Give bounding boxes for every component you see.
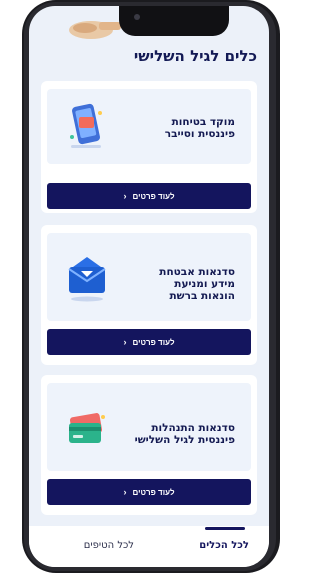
more-details-button[interactable]: לעוד פרטים ‹ bbox=[47, 329, 251, 355]
phone-shield-icon bbox=[70, 103, 102, 148]
card-title-line1: מוקד בטיחות bbox=[171, 116, 235, 128]
more-details-button[interactable]: לעוד פרטים ‹ bbox=[47, 479, 251, 505]
credit-cards-icon bbox=[69, 413, 105, 443]
tool-card-cyber-safety: מוקד בטיחות פיננסית וסייבר לעוד פרטים ‹ bbox=[41, 81, 257, 213]
card-hero: סדנאות אבטחת מידע ומניעת הונאות ברשת bbox=[47, 233, 251, 321]
card-title-line2: פיננסית וסייבר bbox=[164, 128, 235, 140]
button-label: לעוד פרטים bbox=[132, 191, 175, 201]
page-title: כלים לגיל השלישי bbox=[133, 47, 257, 65]
tab-all-tips[interactable]: לכל הטיפים bbox=[84, 540, 134, 551]
card-hero: סדנאות התנהלות פיננסית לגיל השלישי bbox=[47, 383, 251, 471]
tab-all-tools[interactable]: לכל הכלים bbox=[199, 540, 249, 551]
card-hero: מוקד בטיחות פיננסית וסייבר bbox=[47, 89, 251, 164]
card-title-line2: פיננסית לגיל השלישי bbox=[134, 434, 235, 446]
card-title-line1: סדנאות התנהלות bbox=[151, 422, 235, 434]
envelope-icon bbox=[68, 257, 106, 302]
more-details-button[interactable]: לעוד פרטים ‹ bbox=[47, 183, 251, 209]
tool-card-info-security: סדנאות אבטחת מידע ומניעת הונאות ברשת לעו… bbox=[41, 225, 257, 365]
card-title-line3: הונאות ברשת bbox=[169, 290, 235, 302]
bottom-tab-bar: לכל הכלים לכל הטיפים bbox=[29, 526, 269, 567]
chevron-left-icon: ‹ bbox=[123, 337, 127, 347]
phone-notch bbox=[119, 6, 229, 36]
card-title-line2: מידע ומניעת bbox=[174, 278, 235, 290]
button-label: לעוד פרטים bbox=[132, 487, 175, 497]
tool-card-financial-conduct: סדנאות התנהלות פיננסית לגיל השלישי לעוד … bbox=[41, 375, 257, 515]
button-label: לעוד פרטים bbox=[132, 337, 175, 347]
camera-dot bbox=[134, 14, 140, 20]
card-title-line1: סדנאות אבטחת bbox=[159, 266, 235, 278]
active-tab-indicator bbox=[205, 527, 245, 530]
chevron-left-icon: ‹ bbox=[123, 191, 127, 201]
chevron-left-icon: ‹ bbox=[123, 487, 127, 497]
app-screen: כלים לגיל השלישי מוקד בטיחות פיננסית וסי… bbox=[29, 6, 269, 567]
